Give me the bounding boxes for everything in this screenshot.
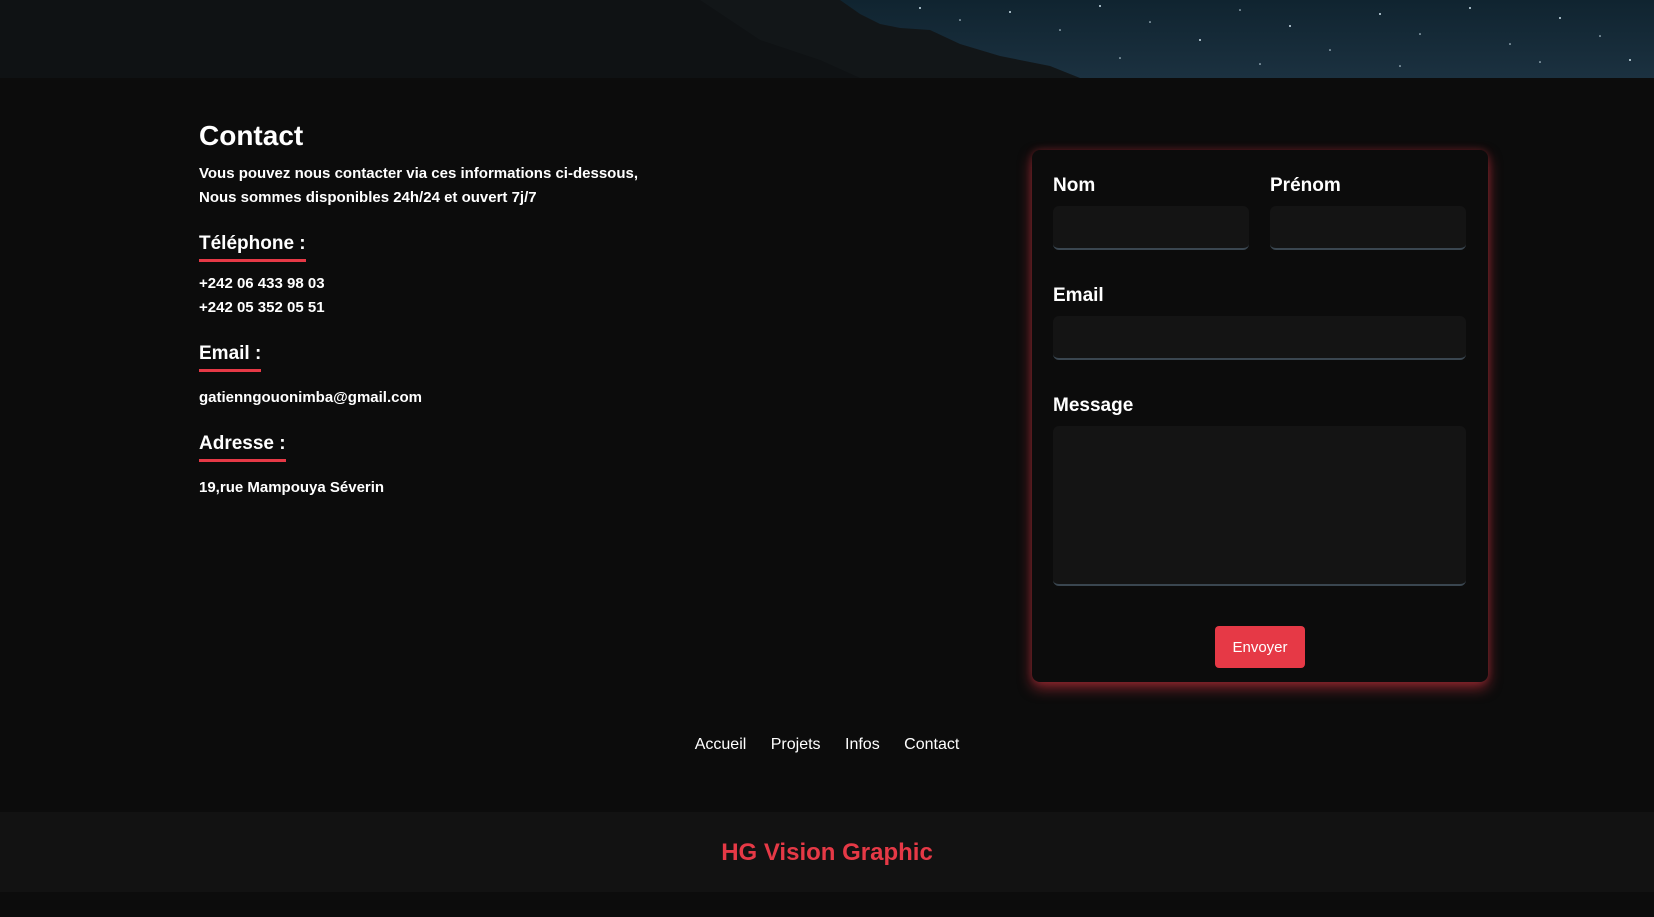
footer-nav: Accueil Projets Infos Contact (0, 736, 1654, 754)
footer-link-accueil[interactable]: Accueil (695, 736, 747, 753)
contact-page: Contact Vous pouvez nous contacter via c… (0, 78, 1654, 917)
footer-link-contact[interactable]: Contact (904, 736, 959, 753)
email-input[interactable] (1053, 316, 1466, 360)
prenom-label: Prénom (1270, 175, 1341, 196)
phone-heading: Téléphone : (199, 232, 306, 262)
contact-info-section: Contact Vous pouvez nous contacter via c… (199, 118, 759, 500)
prenom-input[interactable] (1270, 206, 1466, 250)
email-label: Email (1053, 285, 1104, 306)
message-textarea[interactable] (1053, 426, 1466, 586)
footer-link-projets[interactable]: Projets (771, 736, 821, 753)
night-sky-mountain-image (0, 0, 1654, 78)
send-button[interactable]: Envoyer (1215, 626, 1305, 668)
email-address: gatienngouonimba@gmail.com (199, 389, 422, 406)
contact-form: Nom Prénom Email Message Envoyer (1032, 150, 1488, 682)
contact-title: Contact (199, 120, 304, 151)
phone-number: +242 05 352 05 51 (199, 299, 325, 316)
message-label: Message (1053, 395, 1134, 416)
brand-name: HG Vision Graphic (721, 839, 933, 866)
nom-input[interactable] (1053, 206, 1249, 250)
address-heading: Adresse : (199, 432, 286, 462)
nom-label: Nom (1053, 175, 1096, 196)
hero-banner-image (0, 0, 1654, 78)
footer-brand-bar: HG Vision Graphic (0, 812, 1654, 892)
phone-number: +242 06 433 98 03 (199, 275, 325, 292)
intro-line-1: Vous pouvez nous contacter via ces infor… (199, 165, 638, 182)
email-heading: Email : (199, 342, 262, 372)
footer-link-infos[interactable]: Infos (845, 736, 880, 753)
page-bottom-edge (0, 892, 1654, 917)
street-address: 19,rue Mampouya Séverin (199, 479, 385, 496)
intro-line-2: Nous sommes disponibles 24h/24 et ouvert… (199, 189, 537, 206)
phone-list: +242 06 433 98 03 +242 05 352 05 51 (199, 272, 759, 320)
contact-intro: Vous pouvez nous contacter via ces infor… (199, 162, 759, 210)
